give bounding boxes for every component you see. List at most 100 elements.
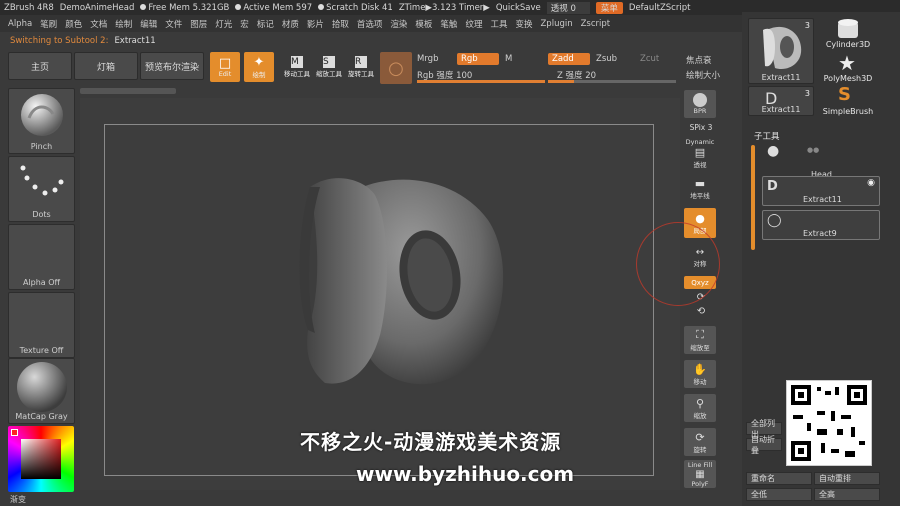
polyf-button[interactable]: Line Fill ▦ PolyF [684,460,716,488]
menu-item-15[interactable]: 渲染 [390,18,407,30]
quicksave-button[interactable]: QuickSave [496,3,541,13]
subtool-row-extract9[interactable]: ◯ Extract9 [762,210,880,240]
info-bar: Switching to Subtool 2: Extract11 [0,33,400,48]
pinch-brush-icon [21,94,63,136]
draw-icon: ✦ [253,54,265,70]
subtool-scrollbar[interactable] [751,145,755,250]
m-toggle[interactable]: M [505,54,512,64]
menu-item-14[interactable]: 首选项 [357,18,383,30]
rgb-intensity-slider[interactable] [417,80,545,83]
app-name: ZBrush 4R8 [4,2,54,13]
frame-button[interactable]: ⛶ 缩放至 [684,326,716,354]
menu-item-12[interactable]: 影片 [307,18,324,30]
rgb-toggle[interactable]: Rgb [457,53,499,65]
draw-button[interactable]: ✦ 绘制 [244,52,274,82]
visibility-eye-icon[interactable]: ◉ [867,178,875,188]
menu-item-2[interactable]: 颜色 [65,18,82,30]
rotate-z-icon[interactable]: ⟲ [682,306,720,317]
bpr-button[interactable]: BPR [684,90,716,118]
scale-tool-button[interactable]: S 缩放工具 [314,52,344,82]
menu-item-11[interactable]: 材质 [282,18,299,30]
auto-reorder-button[interactable]: 自动重排 [814,472,880,485]
edit-button[interactable]: □ Edit [210,52,240,82]
home-button[interactable]: 主页 [8,52,72,80]
menu-item-19[interactable]: 工具 [490,18,507,30]
persp-button[interactable]: Dynamic ▤ 透视 [684,138,716,169]
menu-bar: Alpha 笔刷 颜色 文档 绘制 编辑 文件 图层 灯光宏标记 材质 影片 拾取 首选项 渲染 模板 笔触纹… [0,15,745,32]
brush-selector[interactable]: Pinch [8,88,75,154]
main-color-swatch [11,429,18,436]
menu-item-10[interactable]: 标记 [257,18,274,30]
menu-item-13[interactable]: 拾取 [332,18,349,30]
scale-icon: S [323,56,335,68]
auto-collapse-button[interactable]: 自动折叠 [746,435,782,455]
zcut-toggle[interactable]: Zcut [640,54,659,64]
material-selector[interactable]: MatCap Gray [8,358,75,424]
all-low-button[interactable]: 全低 [746,488,812,501]
floor-button[interactable]: ▬ 地平线 [684,174,716,202]
tool-simplebrush[interactable]: SimpleBrush [818,107,878,116]
menu-item-6[interactable]: 文件 [165,18,182,30]
all-high-button[interactable]: 全高 [814,488,880,501]
ztime: ZTime▶3.123 Timer▶ [398,2,490,13]
z-intensity-slider[interactable] [548,80,676,83]
menu-item-16[interactable]: 模板 [415,18,432,30]
rotate-tool-button[interactable]: R 旋转工具 [346,52,376,82]
alpha-name: Alpha Off [22,278,61,287]
mrgb-toggle[interactable]: Mrgb [417,54,438,64]
bpr-preview-button[interactable]: 预览布尔渲染 [140,52,204,80]
move-view-button[interactable]: ✋ 移动 [684,360,716,388]
extract9-thumb-icon: ◯ [767,213,782,228]
color-swatch-button[interactable]: ○ [380,52,412,84]
head-thumb-icon: ● [767,143,780,159]
menu-item-4[interactable]: 绘制 [115,18,132,30]
transparency-slider[interactable]: 透视 0 [546,1,590,14]
current-subtool-name: Extract11 [114,35,156,46]
menu-item-0[interactable]: Alpha [8,19,32,29]
rotate-view-button[interactable]: ⟳ 旋转 [684,428,716,456]
menu-item-21[interactable]: Zplugin [540,19,572,29]
subtool-eye-icon[interactable]: ●● [807,146,819,154]
free-mem-dot-icon [140,3,147,10]
move-tool-button[interactable]: M 移动工具 [282,52,312,82]
texture-selector[interactable]: Texture Off [8,292,75,358]
tool-thumb-extract11-small[interactable]: D 3 Extract11 [748,86,814,116]
menu-item-17[interactable]: 笔触 [440,18,457,30]
zsub-toggle[interactable]: Zsub [596,54,617,64]
stroke-selector[interactable]: Dots [8,156,75,222]
active-mem: Active Mem 597 [235,3,312,13]
canvas-scrollbar[interactable] [80,88,176,94]
gradient-label[interactable]: 渐变 [10,494,26,505]
extract-model-mesh[interactable] [290,165,520,395]
scratch-dot-icon [318,3,325,10]
extract-thumb-icon [763,26,802,70]
menu-item-5[interactable]: 编辑 [140,18,157,30]
zoom-view-button[interactable]: ⚲ 缩放 [684,394,716,422]
subtool-row-extract11[interactable]: D ◉ Extract11 [762,176,880,206]
menu-item-20[interactable]: 变换 [515,18,532,30]
menu-item-9[interactable]: 宏 [240,18,249,30]
material-name: MatCap Gray [15,412,68,421]
subtool-title[interactable]: 子工具 [754,130,780,142]
texture-name: Texture Off [19,346,64,355]
tool-thumb-extract11[interactable]: 3 Extract11 [748,18,814,84]
menu-item-3[interactable]: 文档 [90,18,107,30]
rename-button[interactable]: 重命名 [746,472,812,485]
menu-item-18[interactable]: 纹理 [465,18,482,30]
alpha-selector[interactable]: Alpha Off [8,224,75,290]
simplebrush-icon: S [838,84,851,105]
menu-item-7[interactable]: 图层 [190,18,207,30]
menu-button[interactable]: 菜单 [595,1,623,14]
subtool-row-head[interactable]: ● ●● Head [762,142,880,179]
menu-item-22[interactable]: Zscript [581,19,611,29]
spix-label[interactable]: SPix 3 [682,123,720,132]
default-zscript[interactable]: DefaultZScript [629,3,691,13]
tool-polymesh3d[interactable]: PolyMesh3D [818,74,878,83]
zadd-toggle[interactable]: Zadd [548,53,590,65]
active-mem-dot-icon [235,3,242,10]
menu-item-1[interactable]: 笔刷 [40,18,57,30]
menu-item-8[interactable]: 灯光 [215,18,232,30]
color-picker[interactable] [8,426,74,492]
lightbox-button[interactable]: 灯箱 [74,52,138,80]
tool-cylinder3d[interactable]: Cylinder3D [820,40,876,49]
